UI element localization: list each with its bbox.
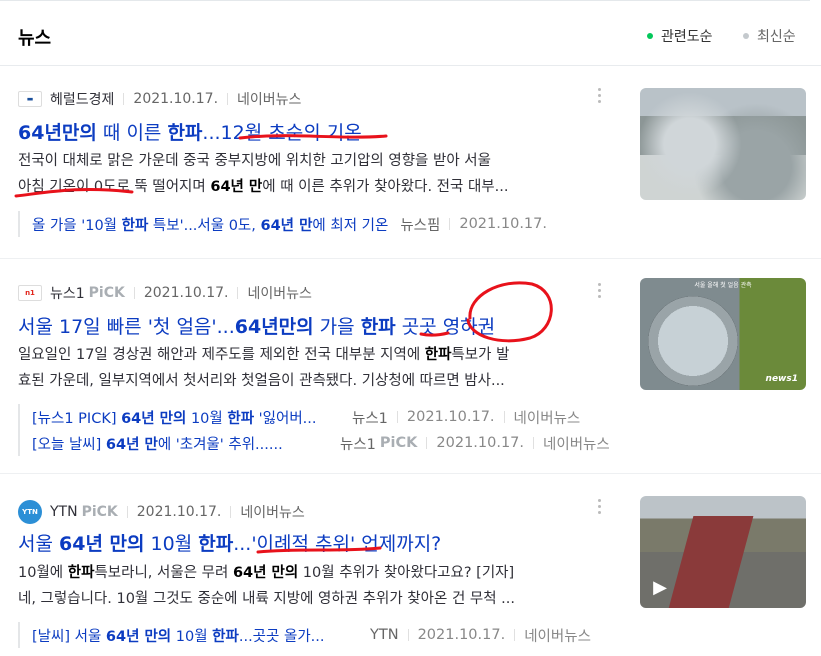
related-article[interactable]: [날씨] 서울 64년 만의 10월 한파...곳곳 올가... YTN 202…: [32, 622, 591, 648]
related-articles: [날씨] 서울 64년 만의 10월 한파...곳곳 올가... YTN 202…: [18, 622, 591, 648]
related-article[interactable]: 올 가을 '10월 한파 특보'...서울 0도, 64년 만에 최저 기온 뉴…: [32, 211, 547, 237]
related-press[interactable]: 뉴스핌: [400, 214, 440, 235]
sort-recent-option[interactable]: 최신순: [743, 26, 796, 46]
related-press[interactable]: 뉴스1: [340, 433, 376, 454]
pick-badge: PiCK: [81, 504, 118, 520]
naver-news-link[interactable]: 네이버뉴스: [240, 502, 304, 522]
news-item: ▬ 헤럴드경제 2021.10.17. 네이버뉴스 64년만의 때 이른 한파.…: [0, 66, 821, 259]
naver-news-link[interactable]: 네이버뉴스: [237, 89, 301, 109]
article-source: YTN YTN PiCK 2021.10.17. 네이버뉴스: [18, 500, 305, 524]
article-date: 2021.10.17.: [133, 91, 219, 107]
press-logo-icon: ▬: [18, 91, 42, 107]
article-thumbnail[interactable]: [640, 88, 806, 200]
article-thumbnail[interactable]: 서울 올해 첫 얼음 관측 news1: [640, 278, 806, 390]
article-title[interactable]: 64년만의 때 이른 한파...12월 초순의 기온: [18, 118, 362, 145]
ytn-logo-icon: YTN: [18, 500, 42, 524]
press-logo-icon: n1: [18, 285, 42, 301]
related-articles: [뉴스1 PICK] 64년 만의 10월 한파 '잃어버... 뉴스1 202…: [18, 404, 610, 456]
news-section-header: 뉴스 관련도순 최신순: [0, 6, 821, 66]
sort-recent-label: 최신순: [757, 29, 796, 45]
article-title[interactable]: 서울 64년 만의 10월 한파...'이례적 추위' 언제까지?: [18, 529, 441, 556]
pick-badge: PiCK: [88, 285, 125, 301]
more-options-icon[interactable]: [598, 88, 602, 106]
article-date: 2021.10.17.: [136, 504, 222, 520]
related-article[interactable]: [뉴스1 PICK] 64년 만의 10월 한파 '잃어버... 뉴스1 202…: [32, 404, 610, 430]
press-name[interactable]: 헤럴드경제: [50, 89, 114, 109]
article-source: ▬ 헤럴드경제 2021.10.17. 네이버뉴스: [18, 89, 301, 109]
news-item: YTN YTN PiCK 2021.10.17. 네이버뉴스 서울 64년 만의…: [0, 474, 821, 656]
play-icon[interactable]: ▶: [648, 576, 672, 600]
article-source: n1 뉴스1 PiCK 2021.10.17. 네이버뉴스: [18, 283, 312, 303]
article-description: 10월에 한파특보라니, 서울은 무려 64년 만의 10월 추위가 찾아왔다고…: [18, 565, 516, 607]
inactive-dot-icon: [743, 33, 749, 39]
related-press[interactable]: YTN: [370, 627, 399, 643]
top-border: [0, 0, 810, 5]
press-name[interactable]: 뉴스1: [50, 283, 85, 303]
article-date: 2021.10.17.: [143, 285, 229, 301]
divider: [227, 93, 229, 105]
press-name[interactable]: YTN: [50, 504, 78, 520]
related-press[interactable]: 뉴스1: [352, 407, 388, 428]
related-date: 2021.10.17.: [459, 216, 547, 232]
sort-relevance-option[interactable]: 관련도순: [647, 26, 713, 46]
article-description: 일요일인 17일 경상권 해안과 제주도를 제외한 전국 대부분 지역에 한파특…: [18, 347, 510, 389]
sort-relevance-label: 관련도순: [661, 29, 713, 45]
article-description: 전국이 대체로 맑은 가운데 중국 중부지방에 위치한 고기압의 영향을 받아 …: [18, 153, 509, 195]
active-dot-icon: [647, 33, 653, 39]
article-thumbnail[interactable]: ▶: [640, 496, 806, 608]
article-title[interactable]: 서울 17일 빠른 '첫 얼음'...64년만의 가을 한파 곳곳 영하권: [18, 312, 495, 339]
news-item: n1 뉴스1 PiCK 2021.10.17. 네이버뉴스 서울 17일 빠른 …: [0, 259, 821, 474]
related-article[interactable]: [오늘 날씨] 64년 만에 '초겨울' 추위...... 뉴스1 PiCK 2…: [32, 430, 610, 456]
divider: [123, 93, 125, 105]
section-title: 뉴스: [18, 28, 52, 49]
more-options-icon[interactable]: [598, 283, 602, 301]
more-options-icon[interactable]: [598, 499, 602, 517]
naver-news-link[interactable]: 네이버뉴스: [247, 283, 311, 303]
related-articles: 올 가을 '10월 한파 특보'...서울 0도, 64년 만에 최저 기온 뉴…: [18, 211, 547, 237]
